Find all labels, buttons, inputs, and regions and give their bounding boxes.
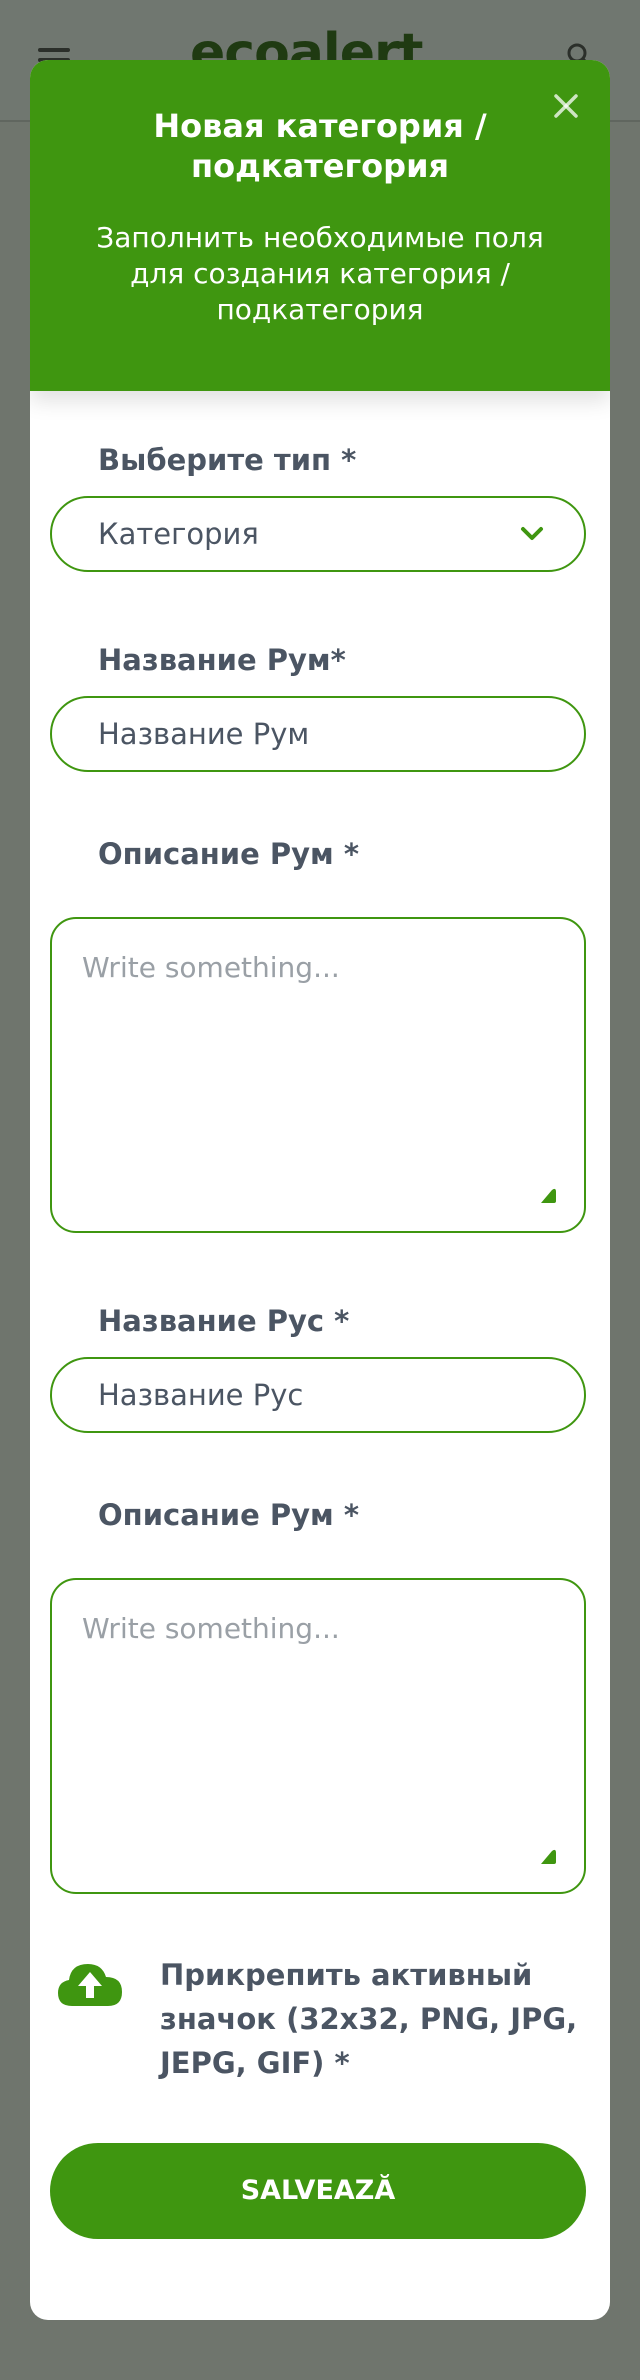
upload-icon-label[interactable]: Прикрепить активный значок (32x32, PNG, …: [160, 1953, 580, 2085]
resize-handle-icon[interactable]: [538, 1848, 558, 1866]
cloud-upload-icon[interactable]: [56, 1960, 124, 2008]
name-rus-input[interactable]: Название Рус: [50, 1357, 586, 1433]
type-label: Выберите тип *: [98, 443, 357, 477]
desc-rus-placeholder: Write something...: [82, 1612, 340, 1645]
desc-rus-textarea[interactable]: Write something...: [50, 1578, 586, 1894]
modal-subtitle: Заполнить необходимые поля для создания …: [96, 221, 544, 326]
modal-title: Новая категория / подкатегория: [153, 107, 487, 185]
name-rus-value: Название Рус: [98, 1378, 304, 1412]
name-rus-label: Название Рус *: [98, 1304, 350, 1338]
new-category-modal: Новая категория / подкатегория Заполнить…: [30, 60, 610, 2320]
resize-handle-icon[interactable]: [538, 1187, 558, 1205]
chevron-down-icon: [521, 527, 543, 540]
desc-rum-placeholder: Write something...: [82, 951, 340, 984]
close-icon[interactable]: [550, 90, 582, 122]
modal-header: Новая категория / подкатегория Заполнить…: [30, 60, 610, 391]
save-button[interactable]: SALVEAZĂ: [50, 2143, 586, 2239]
desc-rum-label: Описание Рум *: [98, 837, 360, 871]
name-rum-value: Название Рум: [98, 717, 310, 751]
type-select-value: Категория: [98, 517, 259, 551]
desc-rus-label: Описание Рум *: [98, 1498, 360, 1532]
name-rum-input[interactable]: Название Рум: [50, 696, 586, 772]
type-select[interactable]: Категория: [50, 496, 586, 572]
desc-rum-textarea[interactable]: Write something...: [50, 917, 586, 1233]
name-rum-label: Название Рум*: [98, 643, 346, 677]
